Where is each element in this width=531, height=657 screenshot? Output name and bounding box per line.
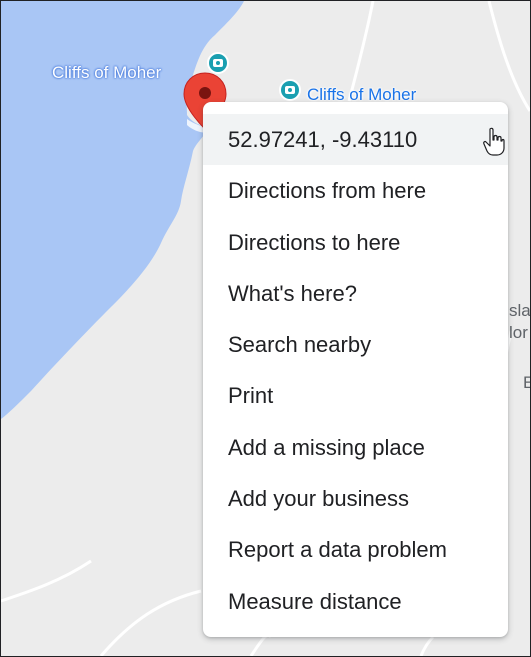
menu-item-add-your-business[interactable]: Add your business bbox=[203, 473, 508, 524]
map-view[interactable]: Cliffs of Moher Cliffs of Moher sla lor … bbox=[0, 0, 531, 657]
partial-map-label: lor bbox=[509, 323, 528, 342]
menu-item-directions-from-here[interactable]: Directions from here bbox=[203, 165, 508, 216]
partial-map-label: sla bbox=[509, 301, 531, 320]
camera-viewpoint-icon[interactable] bbox=[279, 79, 301, 101]
partial-map-label: E bbox=[523, 373, 530, 393]
menu-item-add-missing-place[interactable]: Add a missing place bbox=[203, 422, 508, 473]
menu-item-directions-to-here[interactable]: Directions to here bbox=[203, 217, 508, 268]
menu-item-report-data-problem[interactable]: Report a data problem bbox=[203, 524, 508, 575]
water-place-label[interactable]: Cliffs of Moher bbox=[52, 63, 161, 83]
context-menu: 52.97241, -9.43110 Directions from here … bbox=[203, 102, 508, 637]
menu-item-measure-distance[interactable]: Measure distance bbox=[203, 576, 508, 627]
menu-item-search-nearby[interactable]: Search nearby bbox=[203, 319, 508, 370]
menu-item-whats-here[interactable]: What's here? bbox=[203, 268, 508, 319]
hand-pointer-icon bbox=[483, 127, 505, 156]
menu-item-print[interactable]: Print bbox=[203, 370, 508, 421]
menu-item-coordinates[interactable]: 52.97241, -9.43110 bbox=[203, 114, 508, 166]
